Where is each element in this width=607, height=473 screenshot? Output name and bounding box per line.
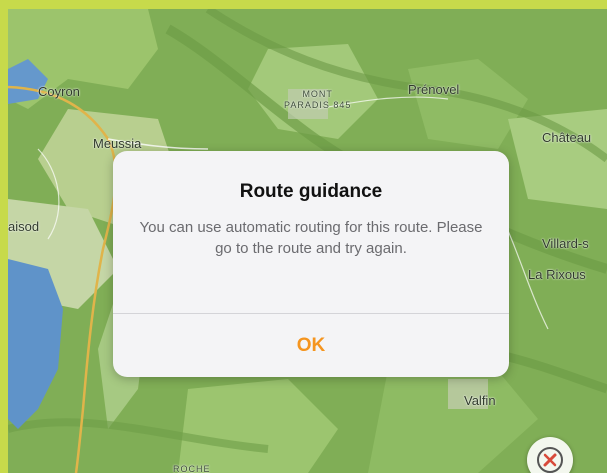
map-label-roche: ROCHE <box>173 464 211 473</box>
ok-button[interactable]: OK <box>113 314 509 377</box>
map-label-coyron: Coyron <box>38 84 80 99</box>
map-label-mont-paradis: MONT PARADIS 845 <box>284 89 351 111</box>
dialog-title: Route guidance <box>239 181 383 202</box>
map-label-aisod: aisod <box>8 219 40 234</box>
dialog-message: You can use automatic routing for this r… <box>139 219 483 257</box>
map-label-mont-line2: PARADIS 845 <box>284 100 352 110</box>
map-label-villard: Villard-s <box>542 236 589 251</box>
app-frame: Coyron Meussia MONT PARADIS 845 Prénovel… <box>0 0 607 473</box>
compass-icon <box>537 447 563 473</box>
map-label-valfin: Valfin <box>464 393 496 408</box>
map-label-meussia: Meussia <box>93 136 142 151</box>
map-label-mont-line1: MONT <box>302 89 333 99</box>
map-label-chateau: Château <box>542 130 592 145</box>
route-guidance-dialog: Route guidance You can use automatic rou… <box>113 151 509 377</box>
map-label-prenovel: Prénovel <box>408 82 460 97</box>
map-label-rixouse: La Rixous <box>528 267 586 282</box>
